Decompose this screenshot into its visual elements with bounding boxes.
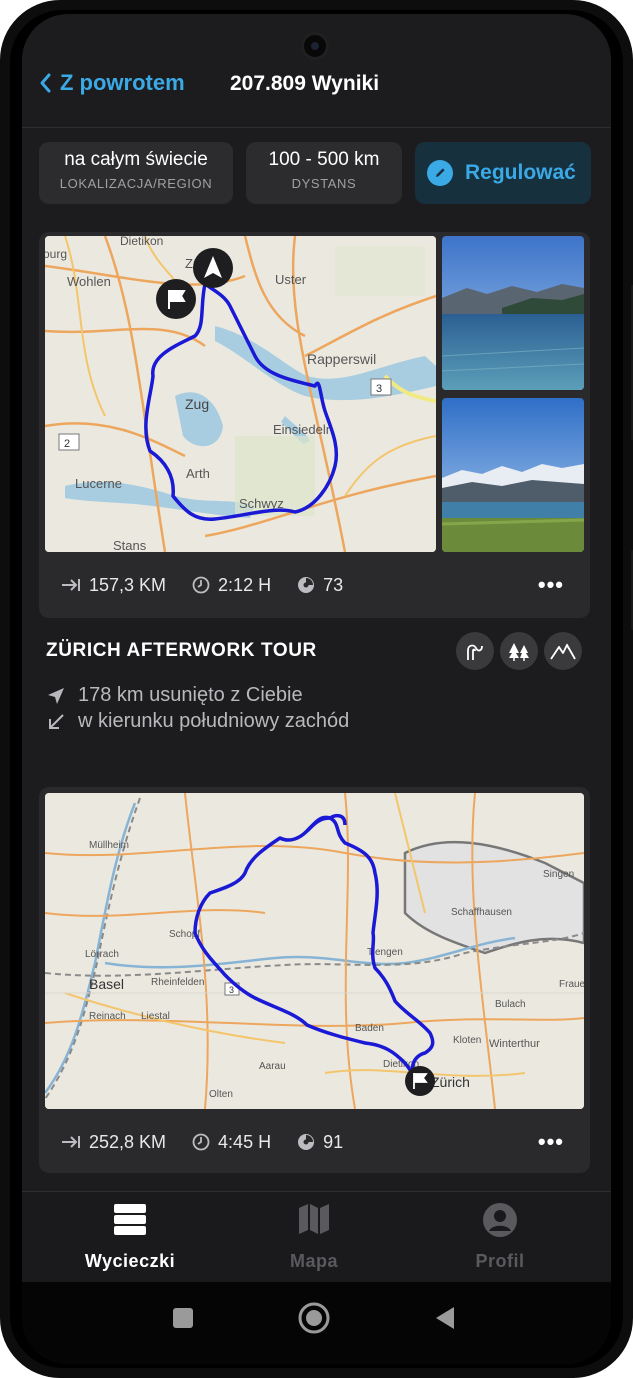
score-gauge-icon xyxy=(298,577,315,593)
svg-text:Lörrach: Lörrach xyxy=(85,949,119,960)
adjust-label: Regulować xyxy=(465,161,576,184)
svg-text:Wohlen: Wohlen xyxy=(67,274,111,289)
system-navigation-bar xyxy=(22,1282,611,1364)
svg-text:Baden: Baden xyxy=(355,1023,384,1034)
distance-filter-label: DYSTANS xyxy=(291,176,357,191)
back-label: Z powrotem xyxy=(60,70,185,95)
svg-text:Stans: Stans xyxy=(113,538,147,552)
distance-filter-value: 100 - 500 km xyxy=(268,149,380,170)
clock-icon xyxy=(192,1133,210,1151)
svg-text:Lucerne: Lucerne xyxy=(75,476,122,491)
back-button[interactable]: Z powrotem xyxy=(38,70,185,96)
svg-text:Müllheim: Müllheim xyxy=(89,840,129,851)
svg-text:Basel: Basel xyxy=(89,976,124,992)
direction-distance-text: 178 km usunięto z Ciebie xyxy=(78,684,303,706)
score-stat: 91 xyxy=(297,1132,343,1153)
profile-icon xyxy=(483,1203,517,1237)
distance-filter-chip[interactable]: 100 - 500 km DYSTANS xyxy=(246,142,402,204)
distance-arrow-icon xyxy=(62,579,80,591)
duration-stat: 2:12 H xyxy=(192,575,271,596)
region-filter-chip[interactable]: na całym świecie LOKALIZACJA/REGION xyxy=(39,142,233,204)
mountains-icon xyxy=(544,632,582,670)
navigation-arrow-icon xyxy=(48,687,64,704)
tour-card-1[interactable]: Dietikon ourg Wohlen Zü Uster Rapperswil… xyxy=(39,232,590,618)
nav-label-tours: Wycieczki xyxy=(84,1251,176,1271)
svg-text:Zürich: Zürich xyxy=(431,1074,470,1090)
tour-map-1[interactable]: Dietikon ourg Wohlen Zü Uster Rapperswil… xyxy=(45,236,436,552)
svg-text:Dietikon: Dietikon xyxy=(120,236,163,248)
svg-text:3: 3 xyxy=(376,383,382,395)
region-filter-value: na całym świecie xyxy=(64,149,208,170)
svg-text:Bulach: Bulach xyxy=(495,999,526,1010)
tour-title[interactable]: ZÜRICH AFTERWORK TOUR xyxy=(46,640,317,662)
more-options-button[interactable]: ••• xyxy=(538,572,564,598)
phone-frame: Z powrotem 207.809 Wyniki na całym świec… xyxy=(0,0,633,1378)
tours-icon xyxy=(114,1204,146,1235)
tour-card-2[interactable]: Müllheim Schopf Lörrach Basel Rheinfelde… xyxy=(39,787,590,1173)
svg-text:Schaffhausen: Schaffhausen xyxy=(451,907,512,918)
nav-tab-map[interactable]: Mapa xyxy=(254,1202,374,1272)
front-camera xyxy=(301,32,329,60)
more-options-button[interactable]: ••• xyxy=(538,1129,564,1155)
screen: Z powrotem 207.809 Wyniki na całym świec… xyxy=(22,14,611,1364)
direction-heading-text: w kierunku południowy zachód xyxy=(78,710,350,732)
svg-text:Kloten: Kloten xyxy=(453,1035,481,1046)
distance-value: 157,3 KM xyxy=(89,574,167,595)
nav-label-map: Mapa xyxy=(289,1251,338,1271)
svg-text:Rheinfelden: Rheinfelden xyxy=(151,977,204,988)
tour-map-2[interactable]: Müllheim Schopf Lörrach Basel Rheinfelde… xyxy=(45,793,584,1109)
score-value: 73 xyxy=(323,574,344,595)
svg-text:Zug: Zug xyxy=(185,396,209,412)
svg-text:Rapperswil: Rapperswil xyxy=(307,351,376,367)
distance-stat: 252,8 KM xyxy=(61,1132,166,1153)
svg-text:Einsiedeln: Einsiedeln xyxy=(273,422,333,437)
recent-apps-button[interactable] xyxy=(173,1308,193,1328)
pencil-icon xyxy=(427,160,453,186)
svg-text:Singen: Singen xyxy=(543,869,574,880)
clock-icon xyxy=(192,576,210,594)
duration-value: 4:45 H xyxy=(218,1131,272,1152)
top-bar: Z powrotem 207.809 Wyniki xyxy=(22,64,611,124)
direction-distance: 178 km usunięto z Ciebie xyxy=(46,684,303,707)
distance-value: 252,8 KM xyxy=(89,1131,167,1152)
back-system-button[interactable] xyxy=(434,1306,456,1335)
tour-stats-2: 252,8 KM 4:45 H 91 ••• xyxy=(39,1127,590,1157)
nav-tab-tours[interactable]: Wycieczki xyxy=(70,1202,190,1272)
curves-icon xyxy=(456,632,494,670)
distance-arrow-icon xyxy=(62,1136,80,1148)
results-count: 207.809 Wyniki xyxy=(230,72,380,95)
svg-text:ourg: ourg xyxy=(45,247,67,261)
region-filter-label: LOKALIZACJA/REGION xyxy=(59,176,213,191)
svg-text:Winterthur: Winterthur xyxy=(489,1038,540,1050)
arrow-southwest-icon xyxy=(49,713,64,729)
tour-photo-lake-2[interactable] xyxy=(442,398,584,552)
adjust-button[interactable]: Regulować xyxy=(415,142,591,204)
svg-text:Uster: Uster xyxy=(275,272,307,287)
distance-stat: 157,3 KM xyxy=(61,575,166,596)
svg-text:Arth: Arth xyxy=(186,466,210,481)
svg-text:Aarau: Aarau xyxy=(259,1061,286,1072)
home-button[interactable] xyxy=(298,1302,330,1339)
score-stat: 73 xyxy=(297,575,343,596)
chevron-left-icon xyxy=(40,73,51,93)
svg-text:Fraue: Fraue xyxy=(559,979,584,990)
direction-heading: w kierunku południowy zachód xyxy=(46,710,349,733)
svg-text:2: 2 xyxy=(64,438,70,450)
tour-photo-lake-1[interactable] xyxy=(442,236,584,390)
duration-value: 2:12 H xyxy=(218,574,272,595)
svg-text:Olten: Olten xyxy=(209,1089,233,1100)
nav-tab-profile[interactable]: Profil xyxy=(440,1202,560,1272)
duration-stat: 4:45 H xyxy=(192,1132,271,1153)
nav-label-profile: Profil xyxy=(475,1251,525,1271)
forest-icon xyxy=(500,632,538,670)
score-gauge-icon xyxy=(298,1134,315,1150)
header-divider xyxy=(22,127,611,128)
bottom-navigation: Wycieczki Mapa Profil xyxy=(22,1192,611,1282)
tour-stats-1: 157,3 KM 2:12 H 73 ••• xyxy=(39,570,590,600)
score-value: 91 xyxy=(323,1131,344,1152)
svg-text:3: 3 xyxy=(229,985,234,995)
svg-text:Liestal: Liestal xyxy=(141,1011,170,1022)
svg-text:Reinach: Reinach xyxy=(89,1011,126,1022)
map-icon xyxy=(299,1204,329,1234)
